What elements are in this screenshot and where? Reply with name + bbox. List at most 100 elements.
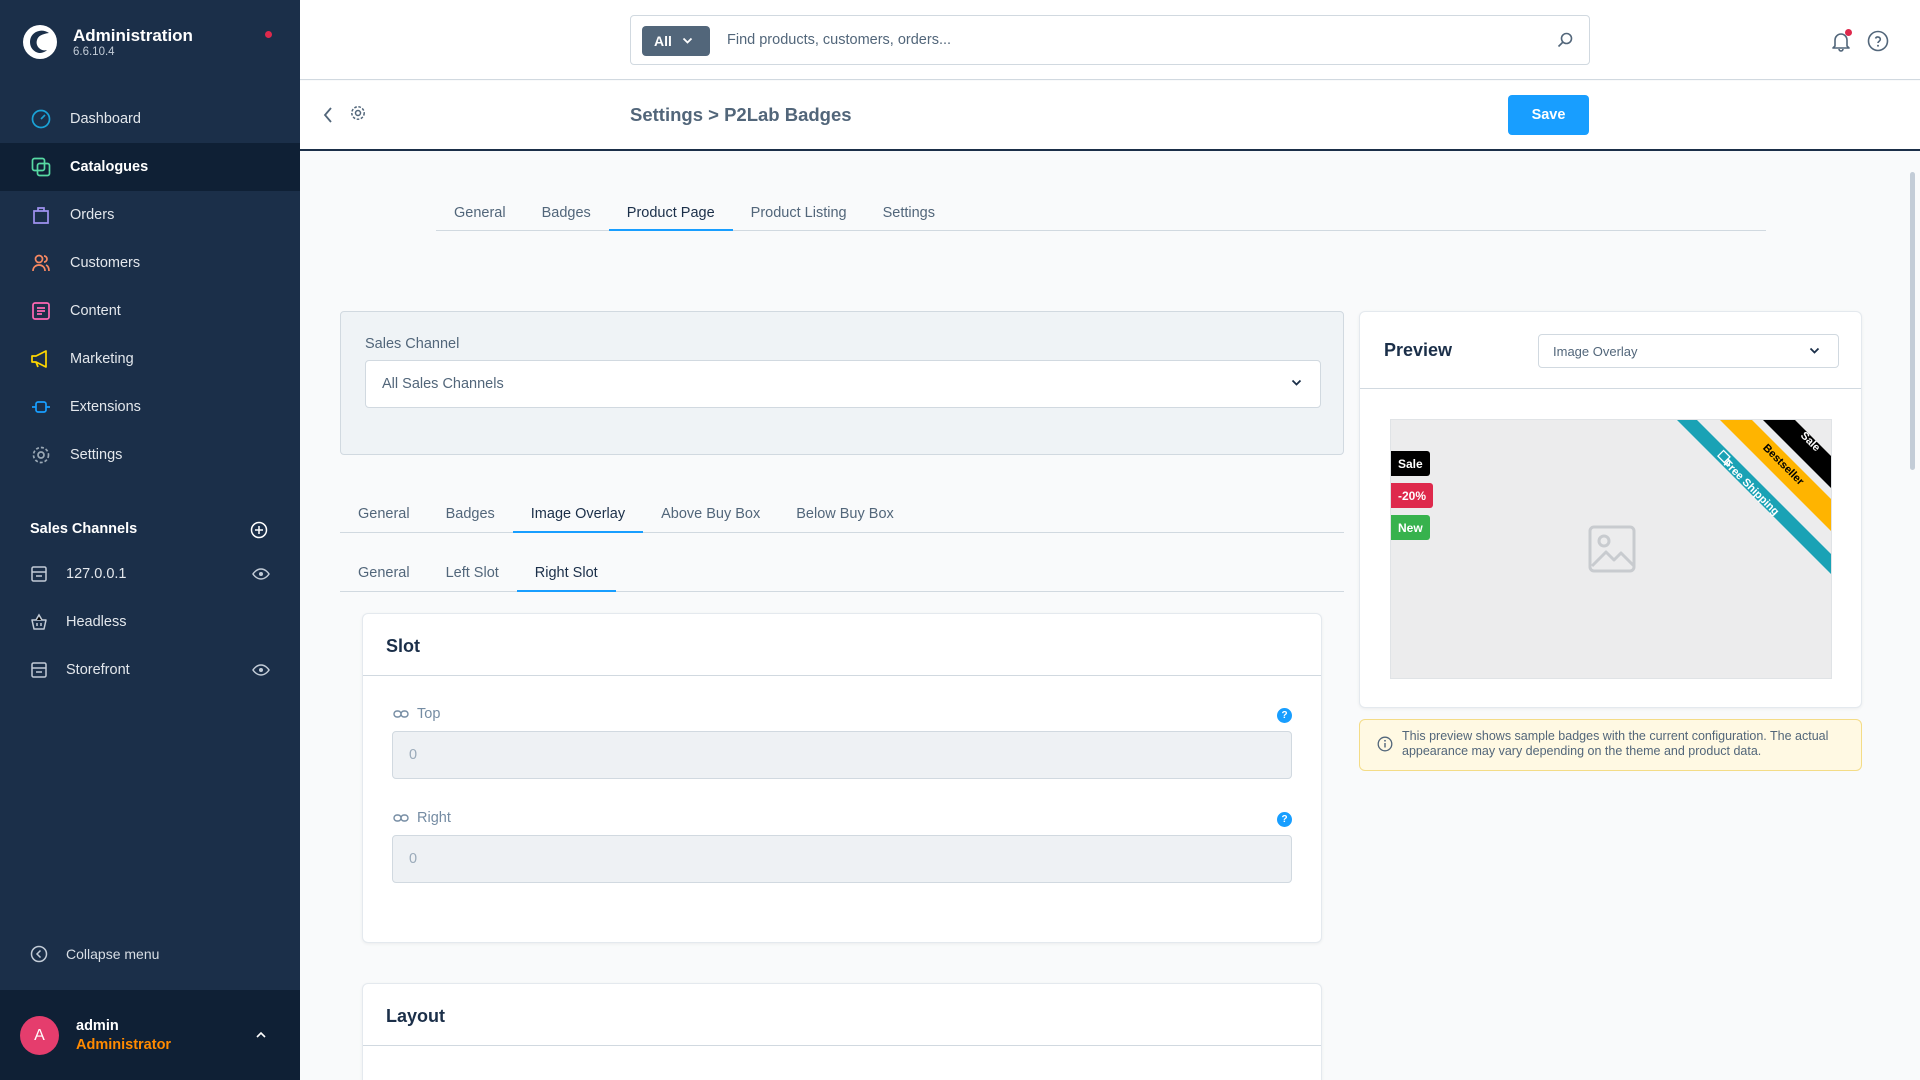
- divider: [1360, 388, 1861, 389]
- preview-mode-value: Image Overlay: [1553, 343, 1638, 359]
- card-title: Layout: [386, 1006, 446, 1026]
- ribbons: Free Shipping Bestseller Sale: [1677, 420, 1831, 574]
- content-icon: [30, 300, 52, 322]
- orders-icon: [30, 204, 52, 226]
- nav-item-dashboard[interactable]: Dashboard: [0, 95, 300, 143]
- shopware-logo[interactable]: [22, 24, 58, 60]
- preview-image: Sale -20% New Free Shipping Bestseller S…: [1390, 419, 1832, 679]
- search-icon[interactable]: [1557, 32, 1573, 48]
- tab-above-buy-box[interactable]: Above Buy Box: [643, 495, 778, 532]
- eye-icon[interactable]: [252, 662, 270, 678]
- tab-settings[interactable]: Settings: [865, 195, 953, 230]
- global-search[interactable]: All: [630, 15, 1590, 65]
- preview-mode-select[interactable]: Image Overlay: [1538, 334, 1839, 368]
- preview-card: Preview Image Overlay Sale -20% New Free…: [1359, 311, 1862, 708]
- tab-badges[interactable]: Badges: [428, 495, 513, 532]
- sales-channel-label: Headless: [66, 614, 127, 630]
- info-icon: [1377, 736, 1393, 752]
- product-page-tabs: General Badges Image Overlay Above Buy B…: [340, 495, 1344, 533]
- sales-channel-label: 127.0.0.1: [66, 566, 127, 582]
- tab-image-overlay[interactable]: Image Overlay: [512, 495, 644, 533]
- nav-item-customers[interactable]: Customers: [0, 239, 300, 287]
- preview-notice: This preview shows sample badges with th…: [1359, 719, 1862, 771]
- nav-label: Dashboard: [70, 111, 141, 127]
- eye-icon[interactable]: [252, 566, 270, 582]
- collapse-menu-button[interactable]: Collapse menu: [30, 945, 159, 963]
- layout-card: Layout: [362, 983, 1322, 1080]
- search-type-select[interactable]: All: [642, 26, 710, 56]
- page-header: [300, 81, 1920, 151]
- basket-icon: [30, 613, 48, 631]
- field-label-text: Right: [417, 810, 451, 826]
- top-input[interactable]: 0: [392, 731, 1292, 779]
- gear-icon[interactable]: [350, 105, 366, 121]
- tab-general[interactable]: General: [340, 554, 428, 591]
- save-button[interactable]: Save: [1508, 95, 1589, 135]
- nav-label: Marketing: [70, 351, 134, 367]
- user-role: Administrator: [76, 1037, 172, 1053]
- nav-item-settings[interactable]: Settings: [0, 431, 300, 479]
- avatar[interactable]: A: [20, 1016, 59, 1055]
- nav-item-content[interactable]: Content: [0, 287, 300, 335]
- field-label-right: Right: [393, 810, 451, 826]
- catalogue-icon: [30, 156, 52, 178]
- sales-channel-value: All Sales Channels: [382, 376, 504, 392]
- app-version: 6.6.10.4: [73, 46, 115, 58]
- sales-channel-item-127[interactable]: 127.0.0.1: [0, 550, 300, 598]
- main-tabs: General Badges Product Page Product List…: [436, 195, 1766, 231]
- add-sales-channel-icon[interactable]: [250, 521, 268, 539]
- settings-icon: [30, 444, 52, 466]
- dashboard-icon: [30, 108, 52, 130]
- field-label-top: Top: [393, 706, 440, 722]
- sales-channel-select[interactable]: All Sales Channels: [365, 360, 1321, 408]
- sales-channel-card: Sales Channel All Sales Channels: [340, 311, 1344, 455]
- sales-channel-item-storefront[interactable]: Storefront: [0, 646, 300, 694]
- collapse-label: Collapse menu: [66, 946, 160, 962]
- nav-label: Content: [70, 303, 121, 319]
- slot-tabs: General Left Slot Right Slot: [340, 554, 1344, 592]
- chevron-down-icon: [1291, 379, 1302, 386]
- tab-right-slot[interactable]: Right Slot: [516, 554, 616, 592]
- tab-general[interactable]: General: [436, 195, 524, 230]
- sales-channel-item-headless[interactable]: Headless: [0, 598, 300, 646]
- link-icon[interactable]: [393, 813, 409, 823]
- collapse-icon: [30, 945, 48, 963]
- nav-item-catalogues[interactable]: Catalogues: [0, 143, 300, 191]
- right-input[interactable]: 0: [392, 835, 1292, 883]
- marketing-icon: [30, 348, 52, 370]
- tab-product-page[interactable]: Product Page: [608, 195, 733, 231]
- chevron-down-icon: [1809, 347, 1820, 354]
- help-icon[interactable]: [1867, 30, 1889, 52]
- search-input[interactable]: [727, 16, 1527, 64]
- sales-channel-label: Storefront: [66, 662, 130, 678]
- tab-badges[interactable]: Badges: [524, 195, 609, 230]
- chevron-down-icon: [682, 37, 693, 44]
- sales-channel-label: Sales Channel: [365, 336, 460, 352]
- preview-title: Preview: [1384, 340, 1453, 360]
- tab-general[interactable]: General: [340, 495, 428, 532]
- help-icon[interactable]: ?: [1277, 812, 1292, 827]
- nav-label: Settings: [70, 447, 123, 463]
- scrollbar-thumb[interactable]: [1910, 172, 1915, 470]
- tab-below-buy-box[interactable]: Below Buy Box: [778, 495, 912, 532]
- nav-item-marketing[interactable]: Marketing: [0, 335, 300, 383]
- help-icon[interactable]: ?: [1277, 708, 1292, 723]
- nav-label: Extensions: [70, 399, 141, 415]
- tab-product-listing[interactable]: Product Listing: [733, 195, 865, 230]
- nav-label: Customers: [70, 255, 141, 271]
- sales-channels-title: Sales Channels: [30, 521, 138, 537]
- user-name: admin: [76, 1018, 119, 1034]
- tab-left-slot[interactable]: Left Slot: [428, 554, 517, 591]
- chevron-up-icon[interactable]: [254, 1028, 268, 1042]
- nav-label: Catalogues: [70, 159, 149, 175]
- nav-item-orders[interactable]: Orders: [0, 191, 300, 239]
- storefront-icon: [30, 565, 48, 583]
- slot-card: Slot Top ? 0 Right ? 0: [362, 613, 1322, 943]
- divider: [363, 1045, 1321, 1046]
- notice-text: This preview shows sample badges with th…: [1402, 729, 1829, 758]
- field-label-text: Top: [417, 706, 441, 722]
- nav-item-extensions[interactable]: Extensions: [0, 383, 300, 431]
- link-icon[interactable]: [393, 709, 409, 719]
- back-icon[interactable]: [322, 106, 334, 124]
- divider: [363, 675, 1321, 676]
